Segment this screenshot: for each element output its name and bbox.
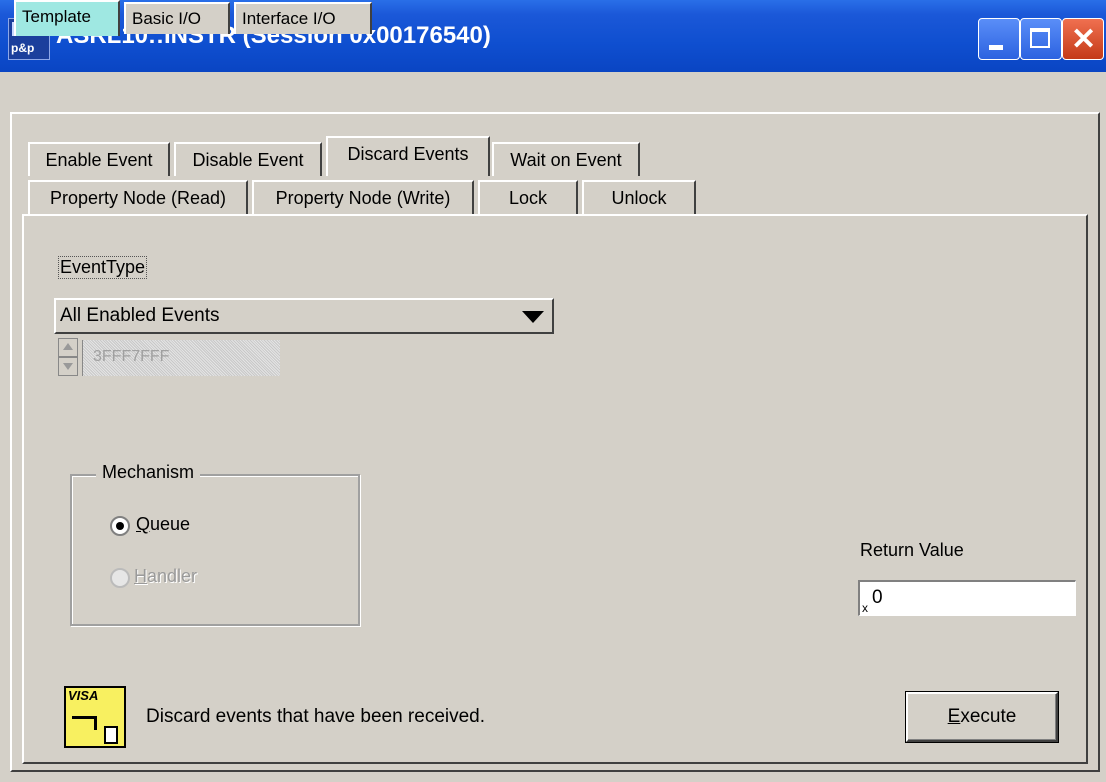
event-type-selected: All Enabled Events [60, 305, 220, 326]
maximize-button[interactable] [1020, 18, 1062, 60]
mechanism-title: Mechanism [96, 462, 201, 483]
tab-unlock[interactable]: Unlock [582, 180, 696, 214]
execute-button[interactable]: Execute [906, 692, 1058, 742]
visa-discard-icon: VISA [64, 686, 126, 748]
mechanism-group [70, 474, 360, 626]
return-value: 0 [872, 587, 883, 608]
spin-up-button[interactable] [58, 338, 78, 357]
description-text: Discard events that have been received. [146, 706, 486, 727]
tab-basic-io[interactable]: Basic I/O [124, 2, 230, 34]
tab-template[interactable]: Template [14, 0, 120, 36]
tab-wait-on-event[interactable]: Wait on Event [492, 142, 640, 176]
tab-lock[interactable]: Lock [478, 180, 578, 214]
return-value-field: x 0 [858, 580, 1076, 616]
queue-radio[interactable] [110, 516, 130, 536]
minimize-icon [989, 45, 1003, 50]
spin-down-button[interactable] [58, 357, 78, 376]
hex-spinner[interactable] [58, 338, 80, 376]
close-icon: ✕ [1071, 23, 1097, 56]
tab-interface-io[interactable]: Interface I/O [234, 2, 372, 34]
return-value-label: Return Value [860, 540, 964, 560]
event-type-hex-field: 3FFF7FFF [82, 340, 280, 376]
event-type-dropdown[interactable]: All Enabled Events [54, 298, 554, 334]
tab-property-node-read[interactable]: Property Node (Read) [28, 180, 248, 214]
maximize-icon [1030, 28, 1050, 48]
tab-property-node-write[interactable]: Property Node (Write) [252, 180, 474, 214]
tab-discard-events[interactable]: Discard Events [326, 136, 490, 176]
main-window: p&p ASRL10::INSTR (Session 0x00176540) ✕… [0, 0, 1106, 782]
queue-label[interactable]: Queue [136, 514, 190, 535]
dropdown-arrow-icon [522, 311, 544, 323]
handler-label: Handler [134, 566, 198, 586]
tab-disable-event[interactable]: Disable Event [174, 142, 322, 176]
event-type-label: EventType [58, 256, 148, 279]
handler-radio [110, 568, 130, 588]
minimize-button[interactable] [978, 18, 1020, 60]
tab-enable-event[interactable]: Enable Event [28, 142, 170, 176]
close-button[interactable]: ✕ [1062, 18, 1104, 60]
return-value-prefix: x [862, 601, 868, 615]
